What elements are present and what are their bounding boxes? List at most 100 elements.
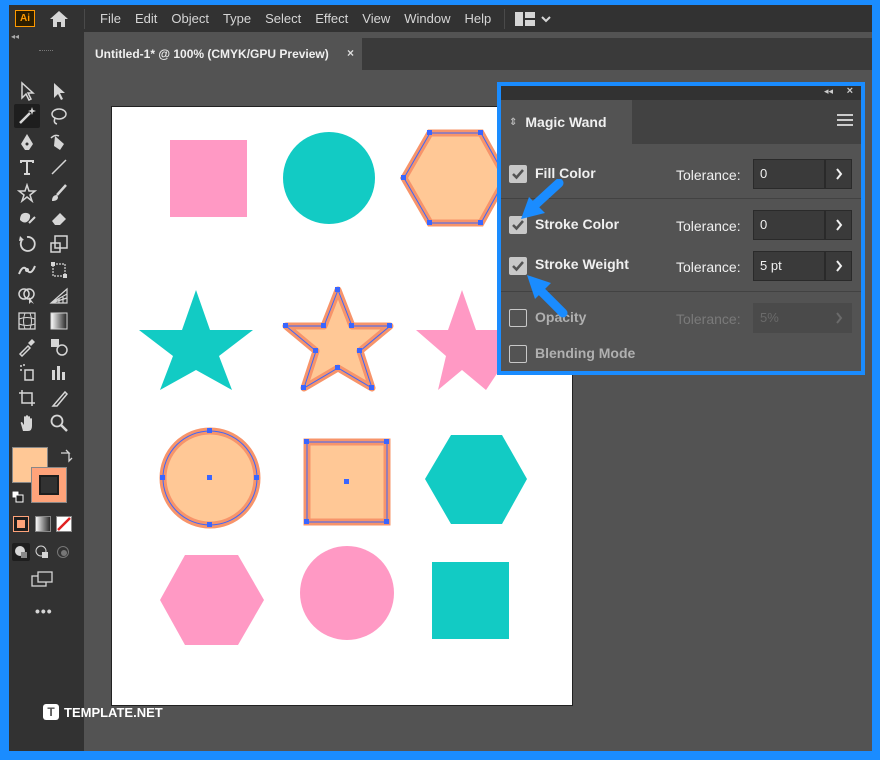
direct-selection-tool-icon[interactable] <box>46 79 72 103</box>
pink-square[interactable] <box>170 140 247 217</box>
home-icon[interactable] <box>48 9 70 29</box>
curvature-tool-icon[interactable] <box>46 130 72 154</box>
stroke-color-tolerance-input[interactable]: 0 <box>753 210 825 240</box>
type-tool-icon[interactable] <box>14 155 40 179</box>
opacity-tolerance-slider-button <box>825 303 852 333</box>
pink-circle[interactable] <box>300 546 394 640</box>
peach-circle-selected[interactable] <box>159 427 261 529</box>
blend-tool-icon[interactable] <box>46 335 72 359</box>
app-window: Ai File Edit Object Type Select Effect V… <box>9 5 872 751</box>
chevron-right-icon <box>835 312 842 324</box>
perspective-grid-tool-icon[interactable] <box>46 283 72 307</box>
menu-file[interactable]: File <box>93 5 128 32</box>
free-transform-tool-icon[interactable] <box>46 258 72 282</box>
workspace-switcher-icon[interactable] <box>515 11 551 26</box>
lasso-tool-icon[interactable] <box>46 104 72 128</box>
chevron-down-icon <box>541 15 551 22</box>
none-mode-icon[interactable] <box>56 516 72 537</box>
line-tool-icon[interactable] <box>46 155 72 179</box>
menu-select[interactable]: Select <box>258 5 308 32</box>
menu-type[interactable]: Type <box>216 5 258 32</box>
blending-mode-label: Blending Mode <box>535 345 636 361</box>
stroke-weight-tolerance-slider-button[interactable] <box>825 251 852 281</box>
draw-normal-icon[interactable] <box>12 543 30 561</box>
scale-tool-icon[interactable] <box>46 232 72 256</box>
menu-divider <box>84 8 85 29</box>
menu-help[interactable]: Help <box>457 5 498 32</box>
default-colors-icon[interactable] <box>11 490 24 508</box>
menu-view[interactable]: View <box>355 5 397 32</box>
pen-tool-icon[interactable] <box>14 130 40 154</box>
panel-menu-icon[interactable] <box>837 114 853 129</box>
blending-mode-checkbox[interactable] <box>509 345 527 363</box>
close-panel-icon[interactable]: × <box>847 85 853 97</box>
gradient-tool-icon[interactable] <box>46 309 72 333</box>
illustrator-logo: Ai <box>15 10 35 27</box>
teal-star[interactable] <box>139 290 253 390</box>
menu-effect[interactable]: Effect <box>308 5 355 32</box>
opacity-tolerance-input: 5% <box>753 303 825 333</box>
shape-builder-tool-icon[interactable] <box>14 283 40 307</box>
swap-colors-icon[interactable] <box>59 449 73 468</box>
fill-tolerance-input[interactable]: 0 <box>753 159 825 189</box>
more-tools-icon[interactable]: ••• <box>35 603 53 619</box>
close-tab-icon[interactable]: × <box>347 46 354 60</box>
mesh-tool-icon[interactable] <box>14 309 40 333</box>
draw-behind-icon[interactable] <box>35 545 49 564</box>
menu-divider <box>504 8 506 29</box>
document-tab-bar: Untitled-1* @ 100% (CMYK/GPU Preview) × <box>84 38 872 70</box>
eraser-tool-icon[interactable] <box>46 206 72 230</box>
chevron-right-icon <box>835 219 842 231</box>
symbol-sprayer-tool-icon[interactable] <box>14 360 40 384</box>
tools-panel: ••• <box>9 43 84 751</box>
magic-wand-tool-icon[interactable] <box>14 104 40 128</box>
chevron-right-icon <box>835 168 842 180</box>
fill-tolerance-slider-button[interactable] <box>825 159 852 189</box>
stroke-color-swatch[interactable] <box>31 467 67 503</box>
peach-hexagon-selected[interactable] <box>399 129 511 227</box>
teal-circle[interactable] <box>283 132 375 224</box>
template-logo-icon: T <box>43 704 59 720</box>
stroke-color-tolerance-label: Tolerance: <box>676 218 741 234</box>
artboard-tool-icon[interactable] <box>14 386 40 410</box>
menu-window[interactable]: Window <box>397 5 457 32</box>
selection-tool-icon[interactable] <box>14 79 40 103</box>
option-blending-mode: Blending Mode <box>501 339 861 369</box>
fill-tolerance-label: Tolerance: <box>676 167 741 183</box>
column-graph-tool-icon[interactable] <box>46 360 72 384</box>
zoom-tool-icon[interactable] <box>46 411 72 435</box>
pink-star[interactable] <box>416 290 506 390</box>
pink-hexagon[interactable] <box>160 555 264 645</box>
teal-hexagon[interactable] <box>425 435 527 524</box>
menu-object[interactable]: Object <box>164 5 216 32</box>
arrow-annotation-icon <box>527 275 568 318</box>
stroke-weight-tolerance-input[interactable]: 5 pt <box>753 251 825 281</box>
slice-tool-icon[interactable] <box>46 386 72 410</box>
document-tab[interactable]: Untitled-1* @ 100% (CMYK/GPU Preview) × <box>84 38 362 70</box>
template-watermark: T TEMPLATE.NET <box>43 704 163 720</box>
width-tool-icon[interactable] <box>14 258 40 282</box>
star-tool-icon[interactable] <box>14 181 40 205</box>
paintbrush-tool-icon[interactable] <box>46 181 72 205</box>
gradient-mode-icon[interactable] <box>35 516 51 537</box>
panel-title: Magic Wand <box>525 114 607 130</box>
menu-edit[interactable]: Edit <box>128 5 164 32</box>
stroke-color-tolerance-slider-button[interactable] <box>825 210 852 240</box>
color-mode-icon[interactable] <box>13 516 29 532</box>
tab-magic-wand[interactable]: ⇕ Magic Wand <box>501 100 632 144</box>
sort-arrows-icon: ⇕ <box>509 116 518 128</box>
panel-tab-bar: ⇕ Magic Wand <box>501 100 861 144</box>
peach-star-selected[interactable] <box>282 286 394 392</box>
hand-tool-icon[interactable] <box>14 411 40 435</box>
eyedropper-tool-icon[interactable] <box>14 335 40 359</box>
toolbar-collapse-icon[interactable]: ◂◂ <box>9 32 84 43</box>
peach-square-selected[interactable] <box>303 438 391 526</box>
teal-square[interactable] <box>432 562 509 639</box>
shaper-tool-icon[interactable] <box>14 206 40 230</box>
draw-inside-icon[interactable] <box>56 545 70 564</box>
chevron-right-icon <box>835 260 842 272</box>
menu-bar: Ai File Edit Object Type Select Effect V… <box>9 5 872 32</box>
screen-mode-icon[interactable] <box>31 571 55 594</box>
rotate-tool-icon[interactable] <box>14 232 40 256</box>
collapse-panel-icon[interactable]: ◂◂ <box>824 86 833 97</box>
